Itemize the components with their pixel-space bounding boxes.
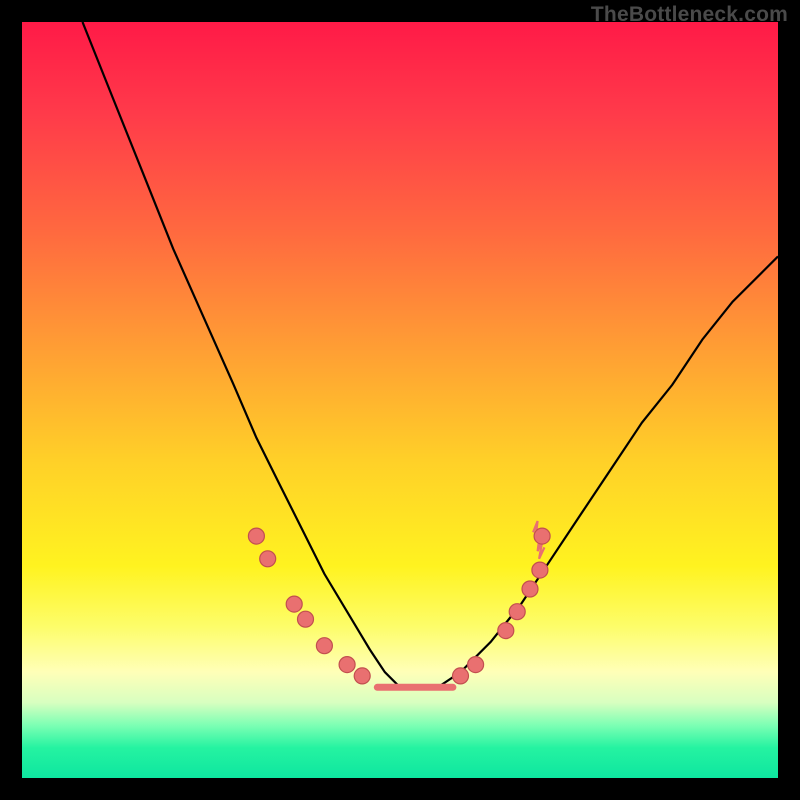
data-point [260, 551, 276, 567]
data-point [339, 657, 355, 673]
data-point [468, 657, 484, 673]
data-point [453, 668, 469, 684]
data-point [498, 623, 514, 639]
data-point [316, 638, 332, 654]
data-point [286, 596, 302, 612]
data-point-markers [248, 528, 550, 684]
data-point [298, 611, 314, 627]
data-point [509, 604, 525, 620]
data-point [248, 528, 264, 544]
data-point [522, 581, 538, 597]
data-point [532, 562, 548, 578]
data-point [354, 668, 370, 684]
chart-plot-area [22, 22, 778, 778]
bottleneck-curve [83, 22, 779, 687]
data-point [534, 528, 550, 544]
chart-svg [22, 22, 778, 778]
